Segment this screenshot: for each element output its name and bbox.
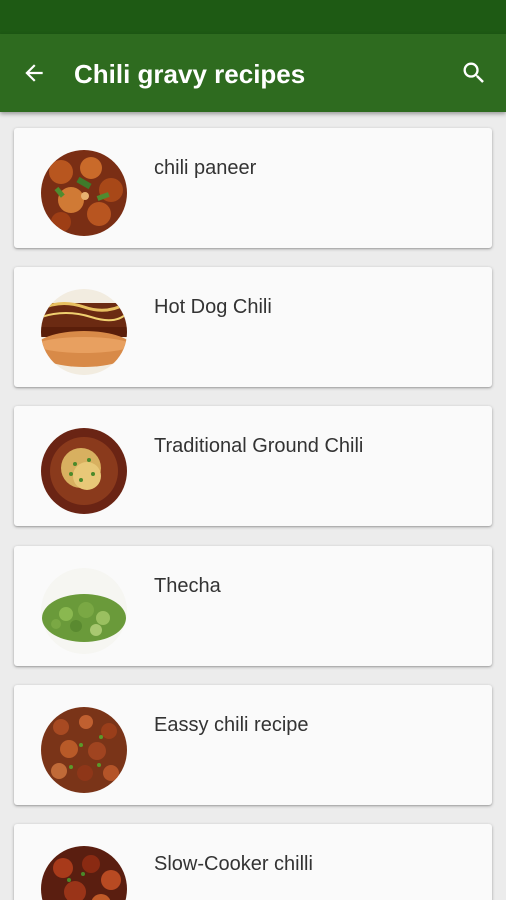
recipe-title: Thecha [154,575,221,597]
recipe-card[interactable]: Eassy chili recipe [14,685,492,805]
recipe-card[interactable]: chili paneer [14,128,492,248]
search-icon [463,62,484,83]
recipe-thumbnail [41,707,127,793]
recipe-thumbnail [41,289,127,375]
recipe-title: chili paneer [154,157,257,179]
recipe-title: Slow-Cooker chilli [154,853,313,875]
recipe-card[interactable]: Hot Dog Chili [14,267,492,387]
recipe-card[interactable]: Traditional Ground Chili [14,406,492,526]
recipe-title: Hot Dog Chili [154,296,272,318]
page-title: Chili gravy recipes [74,59,306,89]
recipe-title: Traditional Ground Chili [154,435,364,457]
recipe-card[interactable]: Slow-Cooker chilli [14,824,492,900]
recipe-title: Eassy chili recipe [154,714,309,736]
arrow-back-icon [25,64,43,82]
recipe-thumbnail [41,150,127,236]
recipe-thumbnail [41,568,127,654]
status-bar [0,0,506,34]
app-bar: Chili gravy recipes [0,34,506,112]
search-button[interactable] [458,57,490,89]
recipe-card[interactable]: Thecha [14,546,492,666]
back-button[interactable] [18,57,50,89]
recipe-thumbnail [41,846,127,900]
recipe-thumbnail [41,428,127,514]
recipe-list[interactable]: chili paneer Hot Dog Chili Traditional G… [0,112,506,900]
